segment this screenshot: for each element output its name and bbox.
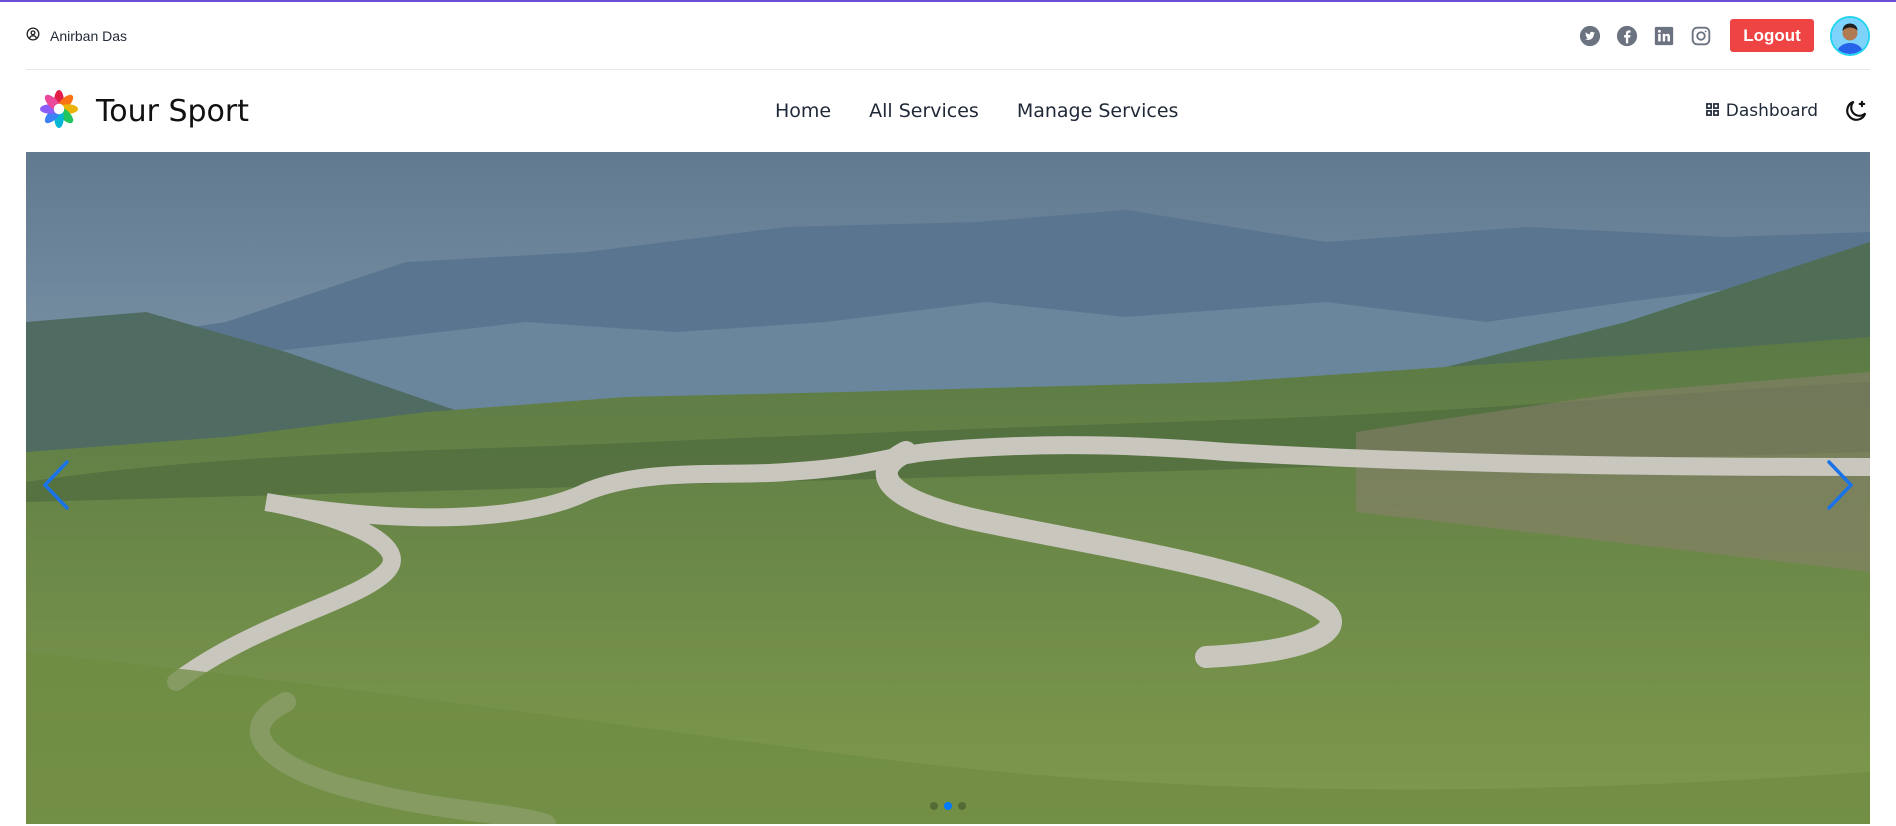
top-actions: Logout — [1578, 15, 1870, 56]
brand-name: Tour Sport — [96, 93, 250, 129]
hero-slide-image — [26, 152, 1870, 824]
chevron-left-icon — [41, 459, 71, 516]
nav-link-home[interactable]: Home — [775, 100, 831, 122]
dashboard-label: Dashboard — [1725, 101, 1818, 121]
brand-logo-icon — [40, 89, 78, 133]
carousel-pagination — [26, 802, 1870, 810]
dashboard-link[interactable]: Dashboard — [1705, 101, 1818, 121]
hero-carousel — [26, 152, 1870, 824]
carousel-dot[interactable] — [930, 802, 938, 810]
carousel-dot[interactable] — [958, 802, 966, 810]
user-circle-icon — [26, 27, 40, 44]
nav-links: Home All Services Manage Services — [775, 70, 1178, 152]
instagram-icon[interactable] — [1689, 24, 1713, 48]
carousel-prev-button[interactable] — [36, 457, 76, 517]
nav-link-manage-services[interactable]: Manage Services — [1017, 100, 1179, 122]
nav-right: Dashboard — [1705, 70, 1870, 152]
user-info: Anirban Das — [26, 27, 127, 44]
user-name: Anirban Das — [50, 27, 128, 44]
twitter-icon[interactable] — [1578, 24, 1602, 48]
carousel-dot[interactable] — [944, 802, 952, 810]
carousel-next-button[interactable] — [1820, 457, 1860, 517]
top-bar: Anirban Das Logout — [26, 2, 1870, 70]
avatar[interactable] — [1830, 15, 1870, 56]
nav-link-all-services[interactable]: All Services — [869, 100, 979, 122]
main-navbar: Tour Sport Home All Services Manage Serv… — [26, 70, 1870, 152]
chevron-right-icon — [1825, 459, 1855, 516]
brand[interactable]: Tour Sport — [26, 89, 250, 133]
moon-icon[interactable] — [1842, 97, 1870, 125]
grid-icon — [1705, 101, 1719, 121]
linkedin-icon[interactable] — [1652, 24, 1676, 48]
facebook-icon[interactable] — [1615, 24, 1639, 48]
logout-button[interactable]: Logout — [1730, 19, 1814, 52]
